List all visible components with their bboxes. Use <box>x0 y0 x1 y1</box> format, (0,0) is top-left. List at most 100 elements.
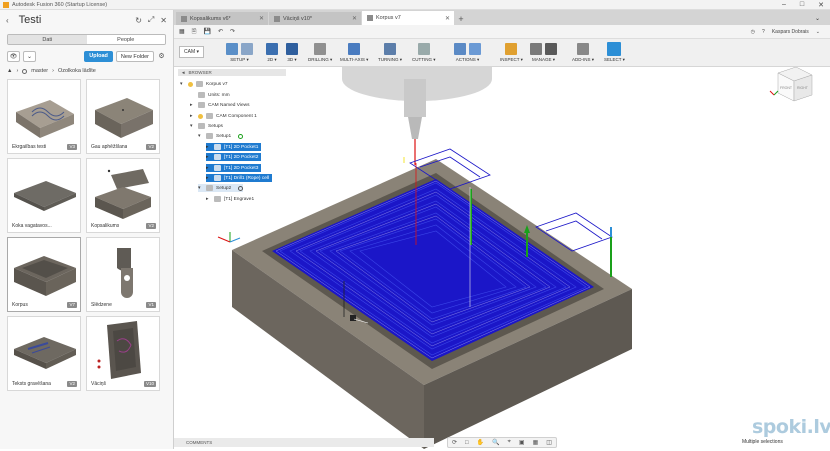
chevron-down-icon[interactable]: ⌄ <box>815 15 820 22</box>
chevron-down-icon[interactable]: ⌄ <box>23 50 36 62</box>
doc-tab[interactable]: Vāciņš v10* ✕ <box>269 12 361 25</box>
zoom-icon[interactable]: 🔍 <box>492 439 499 446</box>
manage-menu[interactable]: MANAGE ▾ <box>532 57 555 63</box>
drilling-menu[interactable]: DRILLING ▾ <box>308 57 332 63</box>
tab-people[interactable]: People <box>86 35 165 44</box>
close-tab-icon[interactable]: ✕ <box>352 15 357 22</box>
tree-node-selected[interactable]: ▸ [T1] 2D Pocket1 <box>206 143 262 151</box>
doc-tab[interactable]: Kopsalikums v6* ✕ <box>176 12 268 25</box>
tool-library-icon <box>530 43 542 55</box>
refresh-icon[interactable]: ↻ <box>135 16 142 25</box>
file-icon[interactable]: 🗎 <box>192 27 197 37</box>
file-card[interactable]: Teksts gravēšana V2 <box>7 316 81 391</box>
breadcrumb-item[interactable]: master <box>31 68 48 74</box>
doc-tab-label: Vāciņš v10* <box>283 15 313 22</box>
pan-icon[interactable]: ✋ <box>477 439 484 446</box>
file-card[interactable]: Vāciņš V10 <box>86 316 160 391</box>
viewports-icon[interactable]: ◫ <box>546 439 552 446</box>
save-icon[interactable]: 💾 <box>204 28 211 35</box>
user-area: ◷ ? Kaspars Dobrais ⌄ <box>751 29 830 35</box>
close-button[interactable]: ✕ <box>818 1 824 9</box>
file-card[interactable]: Korpus V7 <box>7 237 81 312</box>
chevron-down-icon[interactable]: ⌄ <box>816 29 820 35</box>
upload-button[interactable]: Upload <box>84 50 113 62</box>
tree-node[interactable]: ▾ Setup1 <box>198 132 244 140</box>
doc-tab-active[interactable]: Korpus v7 ✕ <box>362 11 454 25</box>
setup-menu[interactable]: SETUP ▾ <box>230 57 248 63</box>
multi-axis-menu[interactable]: MULTI-AXIS ▾ <box>340 57 368 63</box>
actions-menu[interactable]: ACTIONS ▾ <box>456 57 480 63</box>
grid-settings-icon[interactable]: ▦ <box>533 439 539 446</box>
orbit-icon[interactable]: ⟳ <box>452 439 457 446</box>
gear-icon[interactable]: ⚙ <box>157 52 166 60</box>
breadcrumb-item[interactable]: Ozolkoka lādīte <box>58 68 96 74</box>
close-tab-icon[interactable]: ✕ <box>445 15 450 22</box>
3d-menu[interactable]: 3D ▾ <box>287 57 296 63</box>
zoom-fit-icon[interactable]: ⌖ <box>508 439 511 446</box>
browser-header[interactable]: ◄ BROWSER <box>178 69 286 76</box>
grid-menu-icon[interactable]: ▦ <box>179 28 185 35</box>
tree-node-selected[interactable]: ▸ [T1] Drill1 (Rope) cell <box>206 174 273 182</box>
tab-data[interactable]: Dati <box>8 35 87 44</box>
file-card[interactable]: Koka vagatavos... <box>7 158 81 233</box>
new-folder-button[interactable]: New Folder <box>115 50 154 62</box>
clock-icon[interactable]: ◷ <box>751 29 755 35</box>
inspect-group[interactable]: INSPECT ▾ <box>500 41 523 66</box>
tree-node[interactable]: ▸ CAM Named Views <box>190 101 250 109</box>
file-card[interactable]: Slēdzene V1 <box>86 237 160 312</box>
expand-icon[interactable]: ⤢ <box>148 15 154 25</box>
2d-group[interactable]: 2D ▾ <box>266 41 278 66</box>
help-icon[interactable]: ? <box>762 29 765 35</box>
drill-icon <box>314 43 327 55</box>
simulate-icon <box>469 43 481 55</box>
home-icon[interactable]: ▲ <box>7 68 12 74</box>
inspect-menu[interactable]: INSPECT ▾ <box>500 57 523 63</box>
cutting-menu[interactable]: CUTTING ▾ <box>412 57 436 63</box>
close-icon[interactable]: ✕ <box>160 16 167 25</box>
origin-axes <box>217 232 241 243</box>
file-card[interactable]: Gau aphēžšlana V2 <box>86 79 160 154</box>
multi-axis-group[interactable]: MULTI-AXIS ▾ <box>340 41 368 66</box>
cutting-group[interactable]: CUTTING ▾ <box>412 41 436 66</box>
2d-menu[interactable]: 2D ▾ <box>267 57 276 63</box>
close-tab-icon[interactable]: ✕ <box>259 15 264 22</box>
app-icon <box>3 1 9 8</box>
breadcrumb: ▲ › master › Ozolkoka lādīte <box>7 68 96 74</box>
workspace-switcher[interactable]: CAM ▾ <box>179 46 205 58</box>
manage-group[interactable]: MANAGE ▾ <box>530 41 557 66</box>
comments-bar[interactable]: COMMENTS <box>174 438 434 447</box>
3d-group[interactable]: 3D ▾ <box>286 41 298 66</box>
view-icon[interactable]: 👁 <box>7 50 20 62</box>
drilling-group[interactable]: DRILLING ▾ <box>308 41 332 66</box>
turning-group[interactable]: TURNING ▾ <box>378 41 402 66</box>
file-card[interactable]: Kopsalikums V2 <box>86 158 160 233</box>
tree-node[interactable]: ▸ [T1] Engrave1 <box>206 195 254 203</box>
setup-group[interactable]: SETUP ▾ <box>226 41 253 66</box>
tree-node[interactable]: ▾ Setups <box>190 122 223 130</box>
add-ins-menu[interactable]: ADD-INS ▾ <box>572 57 594 63</box>
select-menu[interactable]: SELECT ▾ <box>604 57 625 63</box>
tree-node[interactable]: Units: mm <box>190 91 230 99</box>
minimize-button[interactable]: – <box>782 1 786 9</box>
display-settings-icon[interactable]: ▣ <box>519 439 525 446</box>
tree-node[interactable]: ▾ Setup2 <box>198 184 244 192</box>
tree-node-selected[interactable]: ▸ [T1] 2D Pocket2 <box>206 153 262 161</box>
undo-icon[interactable]: ↶ <box>218 28 223 35</box>
maximize-button[interactable]: □ <box>800 1 804 9</box>
add-ins-group[interactable]: ADD-INS ▾ <box>572 41 594 66</box>
redo-icon[interactable]: ↷ <box>230 28 235 35</box>
actions-group[interactable]: ACTIONS ▾ <box>454 41 481 66</box>
tree-node[interactable]: ▸ CAM Component 1 <box>190 112 257 120</box>
turning-menu[interactable]: TURNING ▾ <box>378 57 402 63</box>
new-tab-button[interactable]: + <box>455 14 467 24</box>
user-name[interactable]: Kaspars Dobrais <box>772 29 809 35</box>
view-cube[interactable]: FRONT RIGHT <box>769 66 813 102</box>
multi-axis-icon <box>348 43 361 55</box>
select-group[interactable]: SELECT ▾ <box>604 41 625 66</box>
back-icon[interactable]: ‹ <box>6 16 9 25</box>
file-card[interactable]: Ekrgaiības testi V3 <box>7 79 81 154</box>
tree-node[interactable]: ▾ Korpus v7 <box>180 80 228 88</box>
collapse-icon[interactable]: ◄ <box>181 70 185 75</box>
look-at-icon[interactable]: □ <box>465 440 469 446</box>
tree-node-selected[interactable]: ▸ [T1] 2D Pocket3 <box>206 164 262 172</box>
